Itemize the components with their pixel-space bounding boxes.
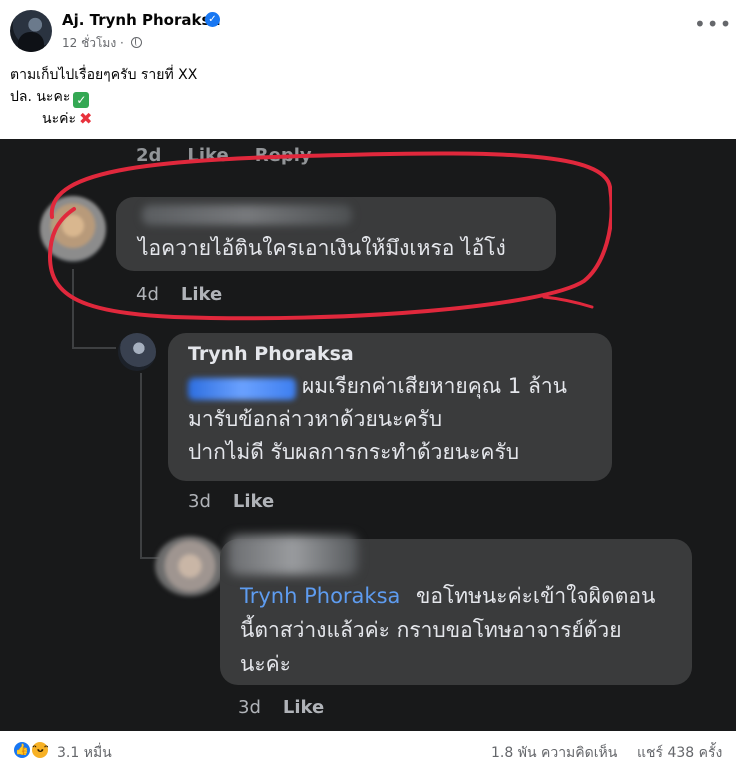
blurred-name — [228, 535, 358, 575]
author-name[interactable]: Aj. Trynh Phoraksa — [62, 11, 221, 29]
caption-text: นะค่ะ — [42, 111, 76, 127]
reply-author: Trynh Phoraksa — [188, 343, 354, 365]
react-like-icon[interactable]: 👍 — [12, 740, 32, 760]
react-haha-icon[interactable]: ᵔᴗᵔ — [30, 740, 50, 760]
reply-avatar — [118, 333, 156, 371]
reply-like: Like — [282, 697, 325, 718]
thread-line — [72, 347, 116, 349]
blurred-mention — [188, 378, 296, 400]
caption-line: นะค่ะ ✖ — [10, 108, 197, 130]
reply-text: ปากไม่ดี รับผลการกระทำด้วยนะครับ — [188, 440, 520, 464]
reply-actions: 3d Like — [238, 697, 324, 718]
reply-text: นี้ตาสว่างแล้วค่ะ กราบขอโทษอาจารย์ด้วย — [240, 618, 622, 642]
author-avatar[interactable] — [10, 10, 52, 52]
share-count[interactable]: แชร์ 438 ครั้ง — [637, 742, 722, 764]
mention-link: Trynh Phoraksa — [240, 584, 401, 608]
caption-line: ปล. นะคะ ✓ — [10, 86, 197, 108]
reply-text: ผมเรียกค่าเสียหายคุณ 1 ล้าน — [302, 374, 567, 398]
globe-icon — [130, 37, 142, 48]
reply-like: Like — [232, 491, 275, 512]
reply-time: 3d — [188, 491, 211, 512]
more-icon[interactable]: ••• — [694, 14, 732, 34]
post-caption: ตามเก็บไปเรื่อยๆครับ รายที่ XX ปล. นะคะ ✓… — [10, 64, 197, 130]
cross-icon: ✖ — [78, 109, 93, 128]
post-meta: 12 ชั่วโมง · — [62, 34, 142, 53]
caption-text: ปล. นะคะ — [10, 89, 71, 105]
check-icon: ✓ — [73, 92, 90, 108]
reply-text: นะค่ะ — [240, 652, 291, 676]
commenter-avatar-blurred — [155, 536, 225, 596]
post-time[interactable]: 12 ชั่วโมง — [62, 36, 116, 50]
post-image[interactable]: 2d Like Reply ไอควายไอ้ตินใครเอาเงินให้มึง… — [0, 139, 736, 731]
reply-time: 3d — [238, 697, 261, 718]
reply-text: ขอโทษนะค่ะเข้าใจผิดตอน — [416, 584, 656, 608]
post-header: Aj. Trynh Phoraksa ✓ 12 ชั่วโมง · ••• — [0, 0, 736, 60]
thread-line — [140, 373, 142, 559]
comment-count[interactable]: 1.8 พัน ความคิดเห็น — [491, 742, 617, 764]
highlight-oval — [47, 151, 612, 321]
post-footer: 👍 ᵔᴗᵔ 3.1 หมื่น 1.8 พัน ความคิดเห็น แชร์… — [0, 731, 736, 768]
verified-icon: ✓ — [205, 12, 220, 27]
reply-text: มารับข้อกล่าวหาด้วยนะครับ — [188, 407, 443, 431]
caption-line: ตามเก็บไปเรื่อยๆครับ รายที่ XX — [10, 67, 198, 83]
reply-actions: 3d Like — [188, 491, 274, 512]
reaction-count[interactable]: 3.1 หมื่น — [57, 742, 112, 764]
reply-bubble: Trynh Phoraksa ผมเรียกค่าเสียหายคุณ 1 ล้… — [168, 333, 612, 481]
